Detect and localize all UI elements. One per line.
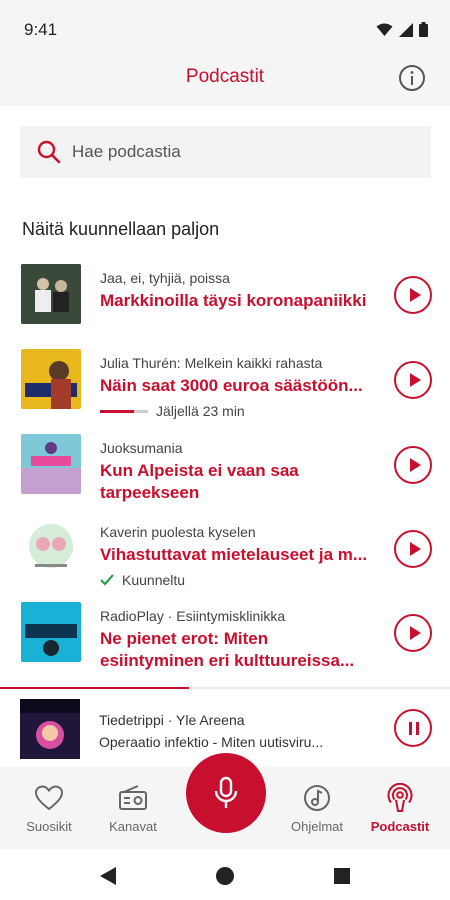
list-item[interactable]: Juoksumania Kun Alpeista ei vaan saa tar… [0, 432, 450, 512]
radio-icon [119, 785, 147, 810]
heart-icon [35, 785, 63, 811]
episode-title[interactable]: Näin saat 3000 euroa säästöön... [100, 375, 375, 397]
play-button[interactable] [394, 276, 432, 314]
progress-row: Jäljellä 23 min [100, 403, 375, 419]
search-box[interactable] [20, 126, 431, 178]
list-item[interactable]: Jaa, ei, tyhjiä, poissa Markkinoilla täy… [0, 262, 450, 342]
section-title: Näitä kuunnellaan paljon [22, 219, 220, 239]
podcast-thumbnail [21, 264, 81, 324]
time-remaining: Jäljellä 23 min [156, 403, 245, 419]
listened-row: Kuunneltu [100, 572, 375, 588]
now-playing-thumbnail [20, 699, 80, 759]
nav-item-podcastit[interactable]: Podcastit [360, 783, 440, 834]
show-name: Julia Thurén: Melkein kaikki rahasta [100, 355, 323, 371]
back-icon[interactable] [100, 867, 116, 885]
status-time: 9:41 [24, 20, 58, 39]
nav-item-kanavat[interactable]: Kanavat [93, 783, 173, 834]
now-playing-show: Tiedetrippi · Yle Areena [99, 712, 245, 728]
info-icon[interactable] [398, 64, 426, 92]
episode-title[interactable]: Ne pienet erot: Miten esiintyminen eri k… [100, 628, 375, 672]
listened-label: Kuunneltu [122, 572, 186, 588]
wifi-icon [376, 23, 393, 36]
show-name: RadioPlay · Esiintymisklinikka [100, 608, 286, 624]
nav-label: Kanavat [109, 819, 157, 834]
list-item[interactable]: Kaverin puolesta kyselen Vihastuttavat m… [0, 516, 450, 596]
search-input[interactable] [72, 126, 412, 178]
play-button[interactable] [394, 446, 432, 484]
home-icon[interactable] [215, 866, 235, 886]
podcast-thumbnail [21, 349, 81, 409]
page-title: Podcastit [185, 66, 265, 87]
nav-label: Podcastit [370, 819, 430, 834]
recents-icon[interactable] [334, 868, 350, 884]
system-nav-bar [0, 849, 450, 900]
battery-icon [419, 22, 428, 37]
check-icon [100, 574, 114, 586]
show-name: Jaa, ei, tyhjiä, poissa [100, 270, 230, 286]
podcast-thumbnail [21, 518, 81, 578]
list-item[interactable]: Julia Thurén: Melkein kaikki rahasta Näi… [0, 347, 450, 427]
play-button[interactable] [394, 530, 432, 568]
nav-item-ohjelmat[interactable]: Ohjelmat [277, 783, 357, 834]
episode-title[interactable]: Markkinoilla täysi koronapaniikki [100, 290, 375, 312]
microphone-icon [214, 776, 238, 808]
show-name: Juoksumania [100, 440, 183, 456]
play-button[interactable] [394, 361, 432, 399]
play-button[interactable] [394, 614, 432, 652]
list-item[interactable]: RadioPlay · Esiintymisklinikka Ne pienet… [0, 600, 450, 680]
podcast-thumbnail [21, 434, 81, 494]
nav-label: Ohjelmat [290, 819, 344, 834]
now-playing-episode: Operaatio infektio - Miten uutisviru... [99, 734, 324, 750]
voice-search-button[interactable] [186, 753, 266, 833]
music-note-icon [304, 785, 330, 811]
show-name: Kaverin puolesta kyselen [100, 524, 256, 540]
podcast-icon [387, 783, 413, 812]
podcast-thumbnail [21, 602, 81, 662]
app-bar: Podcastit [0, 50, 450, 106]
status-icons [376, 22, 428, 37]
nav-item-suosikit[interactable]: Suosikit [9, 783, 89, 834]
pause-button[interactable] [394, 709, 432, 747]
episode-title[interactable]: Vihastuttavat mietelauseet ja m... [100, 544, 375, 566]
search-icon [37, 140, 61, 164]
episode-progress [100, 409, 148, 413]
signal-icon [399, 22, 413, 37]
episode-title[interactable]: Kun Alpeista ei vaan saa tarpeekseen [100, 460, 375, 504]
nav-label: Suosikit [26, 819, 72, 834]
